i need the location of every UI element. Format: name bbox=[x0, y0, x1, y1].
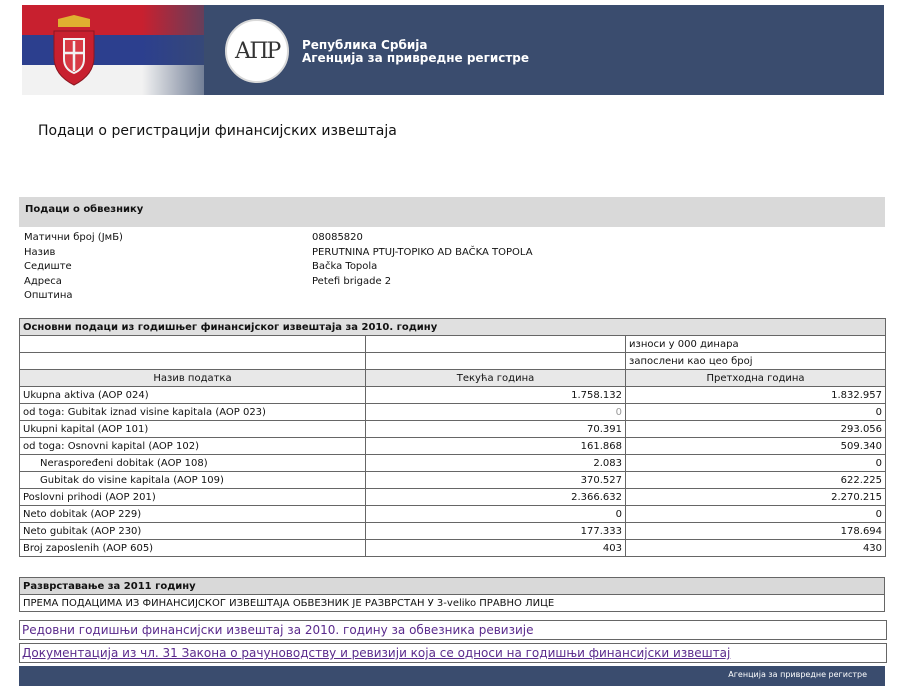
row-name: od toga: Gubitak iznad visine kapitala (… bbox=[19, 403, 366, 421]
classification-title: Разврставање за 2011 годину bbox=[19, 577, 885, 595]
table-row: Poslovni prihodi (AOP 201) 2.366.632 2.270… bbox=[19, 488, 887, 506]
table-row: Broj zaposlenih (AOP 605) 403 430 bbox=[19, 539, 887, 557]
column-header: Претходна година bbox=[624, 369, 887, 387]
row-current: 0 bbox=[365, 403, 626, 421]
financial-table-body: Ukupna aktiva (AOP 024) 1.758.132 1.832.95… bbox=[19, 386, 887, 557]
table-row: Gubitak do visine kapitala (AOP 109) 370.… bbox=[19, 471, 887, 489]
column-header: Назив податка bbox=[19, 369, 366, 387]
row-name: Gubitak do visine kapitala (AOP 109) bbox=[19, 471, 366, 489]
agency-line-2: Агенција за привредне регистре bbox=[302, 51, 530, 65]
table-row: Neraspoređeni dobitak (AOP 108) 2.083 0 bbox=[19, 454, 887, 472]
row-previous: 509.340 bbox=[624, 437, 887, 455]
page-footer: Агенција за привредне регистре bbox=[19, 666, 885, 686]
row-previous: 2.270.215 bbox=[624, 488, 887, 506]
financial-table-title-row: Основни подаци из годишњег финансијског … bbox=[18, 318, 887, 336]
section-title: Подаци о обвезнику bbox=[25, 204, 144, 215]
classification-table: Разврставање за 2011 годину ПРЕМА ПОДАЦИ… bbox=[19, 577, 885, 612]
classification-text: ПРЕМА ПОДАЦИМА ИЗ ФИНАНСИЈСКОГ ИЗВЕШТАЈА… bbox=[19, 594, 885, 612]
table-row: Ukupni kapital (AOP 101) 70.391 293.056 bbox=[19, 420, 887, 438]
field-value-mb: 08085820 bbox=[312, 232, 363, 243]
financial-table: Основни подаци из годишњег финансијског … bbox=[18, 318, 887, 557]
row-current: 70.391 bbox=[365, 420, 626, 438]
row-name: Ukupna aktiva (AOP 024) bbox=[19, 386, 366, 404]
row-name: Neto gubitak (AOP 230) bbox=[19, 522, 366, 540]
row-name: Neraspoređeni dobitak (AOP 108) bbox=[19, 454, 366, 472]
field-label-municipality: Општина bbox=[24, 290, 73, 301]
field-label-address: Адреса bbox=[24, 275, 62, 287]
row-current: 0 bbox=[365, 505, 626, 523]
table-row: od toga: Osnovni kapital (AOP 102) 161.86… bbox=[19, 437, 887, 455]
row-previous: 430 bbox=[624, 539, 887, 557]
table-row: Ukupna aktiva (AOP 024) 1.758.132 1.832.95… bbox=[19, 386, 887, 404]
footer-text: Агенција за привредне регистре bbox=[728, 670, 867, 679]
row-previous: 178.694 bbox=[624, 522, 887, 540]
row-name: Poslovni prihodi (AOP 201) bbox=[19, 488, 366, 506]
row-current: 2.366.632 bbox=[365, 488, 626, 506]
employees-note: запослени као цео број bbox=[624, 352, 887, 370]
annual-report-link[interactable]: Редовни годишњи финансијски извештај за … bbox=[19, 620, 887, 640]
table-row: Neto gubitak (AOP 230) 177.333 178.694 bbox=[19, 522, 887, 540]
row-name: Broj zaposlenih (AOP 605) bbox=[19, 539, 366, 557]
row-previous: 0 bbox=[624, 454, 887, 472]
unit-note: износи у 000 динара bbox=[624, 335, 887, 353]
row-previous: 0 bbox=[624, 505, 887, 523]
page-header: АПР Република Србија Агенција за привред… bbox=[22, 5, 884, 95]
field-label-seat: Седиште bbox=[24, 261, 72, 272]
row-current: 161.868 bbox=[365, 437, 626, 455]
agency-name: Република Србија Агенција за привредне р… bbox=[302, 39, 529, 65]
row-previous: 622.225 bbox=[624, 471, 887, 489]
row-name: od toga: Osnovni kapital (AOP 102) bbox=[19, 437, 366, 455]
field-label-name: Назив bbox=[24, 246, 56, 258]
row-current: 403 bbox=[365, 539, 626, 557]
apr-logo: АПР bbox=[225, 19, 289, 83]
row-name: Ukupni kapital (AOP 101) bbox=[19, 420, 366, 438]
row-current: 2.083 bbox=[365, 454, 626, 472]
table-row: od toga: Gubitak iznad visine kapitala (… bbox=[19, 403, 887, 421]
row-current: 177.333 bbox=[365, 522, 626, 540]
page-title: Подаци о регистрацији финансијских извеш… bbox=[38, 123, 397, 139]
financial-table-title: Основни подаци из годишњег финансијског … bbox=[18, 318, 887, 336]
row-current: 1.758.132 bbox=[365, 386, 626, 404]
row-previous: 293.056 bbox=[624, 420, 887, 438]
field-value-address: Petefi brigade 2 bbox=[312, 275, 392, 287]
table-header-row: Назив податка Текућа година Претходна го… bbox=[19, 369, 887, 387]
column-header: Текућа година bbox=[365, 369, 626, 387]
row-current: 370.527 bbox=[365, 471, 626, 489]
row-name: Neto dobitak (AOP 229) bbox=[19, 505, 366, 523]
row-previous: 0 bbox=[624, 403, 887, 421]
documentation-link[interactable]: Документација из чл. 31 Закона о рачунов… bbox=[19, 643, 887, 663]
coat-of-arms-icon bbox=[53, 15, 95, 86]
row-previous: 1.832.957 bbox=[624, 386, 887, 404]
field-value-name: PERUTNINA PTUJ-TOPIKO AD BAČKA TOPOLA bbox=[312, 246, 533, 258]
table-row: Neto dobitak (AOP 229) 0 0 bbox=[19, 505, 887, 523]
field-value-seat: Bačka Topola bbox=[312, 261, 378, 272]
obveznik-section-header: Подаци о обвезнику bbox=[19, 197, 885, 227]
field-label-mb: Матични број (ЈмБ) bbox=[24, 232, 123, 243]
